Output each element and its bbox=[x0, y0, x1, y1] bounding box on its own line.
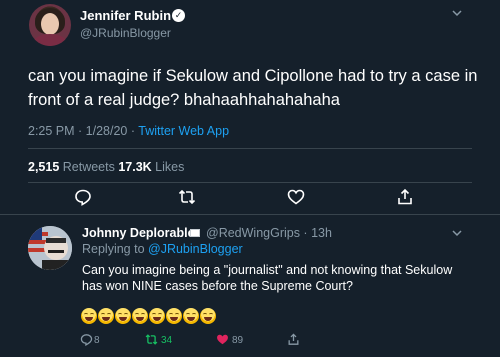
laughing-emoji-icon bbox=[149, 308, 165, 324]
laughing-emoji-icon bbox=[166, 308, 182, 324]
reply-count[interactable]: 8 bbox=[94, 335, 100, 346]
laughing-emoji-icon bbox=[81, 308, 97, 324]
reply-avatar[interactable] bbox=[28, 226, 72, 270]
laughing-emoji-icon bbox=[132, 308, 148, 324]
replying-to-handle[interactable]: @JRubinBlogger bbox=[148, 242, 243, 256]
chevron-down-icon[interactable] bbox=[450, 226, 464, 240]
retweets-label[interactable]: Retweets bbox=[59, 160, 118, 174]
tweet-time: 2:25 PM · 1/28/20 · bbox=[28, 124, 139, 138]
emoji-row bbox=[81, 308, 216, 326]
laughing-emoji-icon bbox=[183, 308, 199, 324]
laughing-emoji-icon bbox=[115, 308, 131, 324]
likes-count[interactable]: 17.3K bbox=[118, 160, 151, 174]
reply-icon[interactable] bbox=[80, 333, 93, 346]
share-icon[interactable] bbox=[396, 188, 414, 206]
laughing-emoji-icon bbox=[200, 308, 216, 324]
like-icon[interactable] bbox=[216, 333, 229, 346]
like-icon[interactable] bbox=[287, 188, 305, 206]
share-icon[interactable] bbox=[287, 333, 300, 346]
tweet-text: can you imagine if Sekulow and Cipollone… bbox=[28, 67, 478, 109]
like-count[interactable]: 89 bbox=[232, 335, 243, 346]
reply-text: Can you imagine being a "journalist" and… bbox=[82, 263, 453, 293]
chevron-down-icon[interactable] bbox=[450, 6, 464, 20]
divider bbox=[28, 148, 472, 149]
replying-to: Replying to @JRubinBlogger bbox=[82, 242, 243, 256]
flag-icon bbox=[190, 229, 200, 237]
retweet-icon[interactable] bbox=[178, 188, 196, 206]
retweet-count[interactable]: 34 bbox=[161, 335, 172, 346]
tweet-timestamp: 2:25 PM · 1/28/20 · Twitter Web App bbox=[28, 124, 229, 138]
likes-label[interactable]: Likes bbox=[152, 160, 184, 174]
verified-badge-icon: ✓ bbox=[172, 9, 185, 22]
reply-handle-time[interactable]: @RedWingGrips · 13h bbox=[206, 226, 332, 240]
retweet-icon[interactable] bbox=[145, 333, 158, 346]
author-handle[interactable]: @JRubinBlogger bbox=[80, 26, 171, 40]
author-avatar[interactable] bbox=[29, 4, 71, 46]
replying-to-label: Replying to bbox=[82, 242, 149, 256]
divider bbox=[0, 214, 500, 215]
divider bbox=[28, 182, 472, 183]
laughing-emoji-icon bbox=[98, 308, 114, 324]
retweets-count[interactable]: 2,515 bbox=[28, 160, 59, 174]
reply-author-name[interactable]: Johnny Deplorable bbox=[82, 226, 195, 240]
author-name[interactable]: Jennifer Rubin bbox=[80, 8, 171, 23]
tweet-source-link[interactable]: Twitter Web App bbox=[138, 124, 229, 138]
reply-icon[interactable] bbox=[74, 188, 92, 206]
tweet-stats: 2,515 Retweets 17.3K Likes bbox=[28, 160, 184, 174]
